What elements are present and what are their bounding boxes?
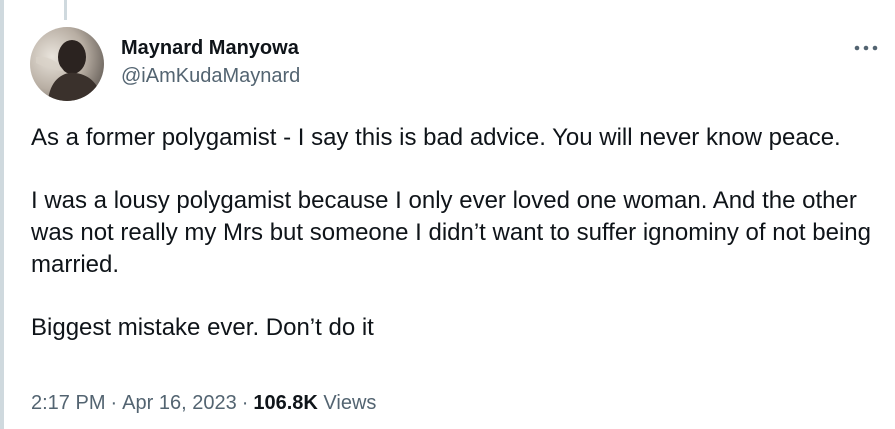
- meta-separator: ·: [241, 392, 249, 414]
- tweet-time[interactable]: 2:17 PM: [31, 392, 105, 414]
- avatar[interactable]: [30, 27, 104, 101]
- tweet-paragraph: Biggest mistake ever. Don’t do it: [31, 314, 374, 341]
- left-border: [0, 0, 4, 429]
- views-label[interactable]: Views: [323, 392, 376, 414]
- tweet-paragraph: As a former polygamist - I say this is b…: [31, 124, 841, 151]
- tweet-metadata: 2:17 PM · Apr 16, 2023 · 106.8K Views: [31, 389, 376, 417]
- tweet-text: As a former polygamist - I say this is b…: [31, 122, 876, 344]
- thread-connector-line: [64, 0, 67, 20]
- author-handle[interactable]: @iAmKudaMaynard: [121, 64, 300, 88]
- tweet-paragraph: I was a lousy polygamist because I only …: [31, 187, 871, 278]
- views-count[interactable]: 106.8K: [253, 392, 318, 414]
- more-horizontal-icon: [854, 45, 878, 51]
- meta-separator: ·: [110, 392, 118, 414]
- tweet-date[interactable]: Apr 16, 2023: [122, 392, 237, 414]
- author-display-name[interactable]: Maynard Manyowa: [121, 36, 299, 60]
- more-options-button[interactable]: [850, 36, 882, 60]
